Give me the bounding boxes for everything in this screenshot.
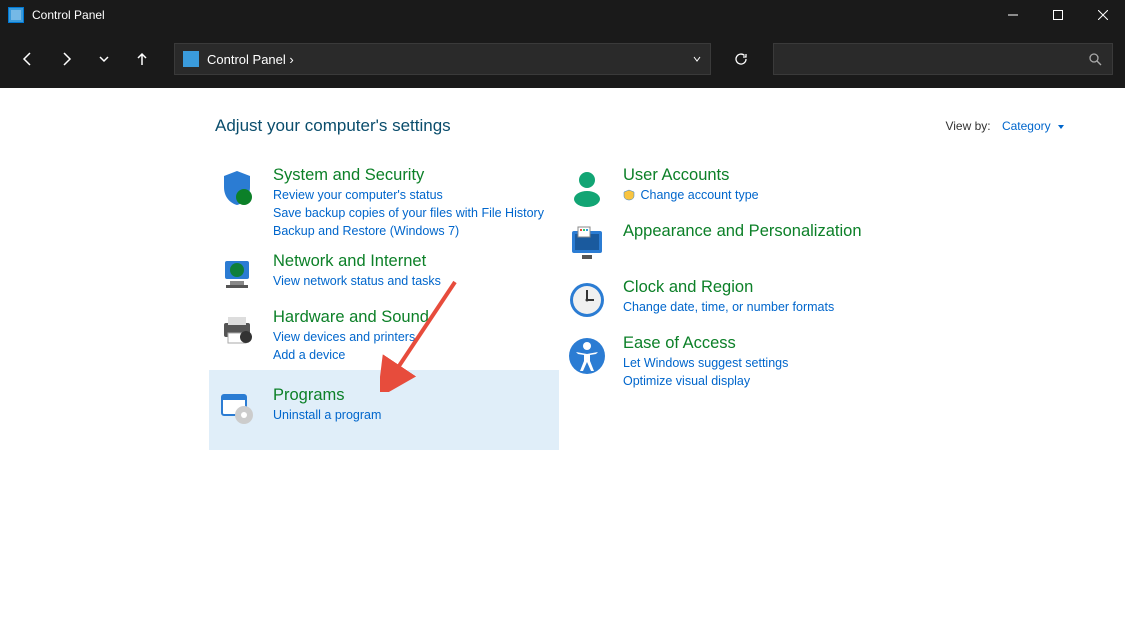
address-dropdown-icon[interactable]: [692, 54, 702, 64]
search-icon: [1088, 52, 1102, 66]
history-dropdown[interactable]: [88, 43, 120, 75]
category-link[interactable]: Backup and Restore (Windows 7): [273, 222, 544, 240]
viewby-dropdown[interactable]: Category: [1002, 119, 1065, 133]
app-icon: [8, 7, 24, 23]
category-clock-region: Clock and Region Change date, time, or n…: [565, 272, 915, 328]
search-input[interactable]: [773, 43, 1113, 75]
category-system-security: System and Security Review your computer…: [215, 160, 565, 246]
category-user-accounts: User Accounts Change account type: [565, 160, 915, 216]
forward-button[interactable]: [50, 43, 82, 75]
category-link[interactable]: Change account type: [623, 186, 759, 204]
category-link[interactable]: Add a device: [273, 346, 429, 364]
window-title: Control Panel: [32, 8, 105, 22]
category-link[interactable]: Let Windows suggest settings: [623, 354, 788, 372]
content-area: Adjust your computer's settings View by:…: [0, 88, 1125, 634]
back-button[interactable]: [12, 43, 44, 75]
category-network: Network and Internet View network status…: [215, 246, 565, 302]
category-link[interactable]: Save backup copies of your files with Fi…: [273, 204, 544, 222]
maximize-button[interactable]: [1035, 0, 1080, 30]
category-programs[interactable]: Programs Uninstall a program: [209, 370, 559, 450]
category-link[interactable]: View network status and tasks: [273, 272, 441, 290]
close-button[interactable]: [1080, 0, 1125, 30]
viewby-label: View by:: [945, 119, 990, 133]
user-icon: [565, 166, 609, 210]
category-link[interactable]: Uninstall a program: [273, 406, 381, 424]
left-column: System and Security Review your computer…: [215, 160, 565, 450]
viewby-value: Category: [1002, 119, 1051, 133]
programs-icon: [215, 386, 259, 430]
category-link[interactable]: Review your computer's status: [273, 186, 544, 204]
category-ease-of-access: Ease of Access Let Windows suggest setti…: [565, 328, 915, 396]
category-title[interactable]: User Accounts: [623, 166, 759, 185]
address-icon: [183, 51, 199, 67]
shield-icon: [215, 166, 259, 210]
titlebar: Control Panel: [0, 0, 1125, 30]
right-column: User Accounts Change account type Appear…: [565, 160, 915, 450]
category-link[interactable]: Optimize visual display: [623, 372, 788, 390]
toolbar: Control Panel ›: [0, 30, 1125, 88]
category-title[interactable]: System and Security: [273, 166, 544, 185]
link-text: Change account type: [640, 188, 758, 202]
category-title[interactable]: Clock and Region: [623, 278, 834, 297]
minimize-button[interactable]: [990, 0, 1035, 30]
refresh-button[interactable]: [723, 43, 759, 75]
category-title[interactable]: Ease of Access: [623, 334, 788, 353]
category-title[interactable]: Programs: [273, 386, 381, 405]
category-link[interactable]: Change date, time, or number formats: [623, 298, 834, 316]
globe-icon: [215, 252, 259, 296]
category-title[interactable]: Appearance and Personalization: [623, 222, 862, 241]
category-title[interactable]: Network and Internet: [273, 252, 441, 271]
page-heading: Adjust your computer's settings: [215, 116, 451, 136]
printer-icon: [215, 308, 259, 352]
category-appearance: Appearance and Personalization: [565, 216, 915, 272]
accessibility-icon: [565, 334, 609, 378]
viewby-control: View by: Category: [945, 119, 1065, 133]
category-link[interactable]: View devices and printers: [273, 328, 429, 346]
clock-icon: [565, 278, 609, 322]
category-title[interactable]: Hardware and Sound: [273, 308, 429, 327]
monitor-icon: [565, 222, 609, 266]
breadcrumb[interactable]: Control Panel ›: [207, 52, 684, 67]
category-hardware: Hardware and Sound View devices and prin…: [215, 302, 565, 370]
address-bar[interactable]: Control Panel ›: [174, 43, 711, 75]
up-button[interactable]: [126, 43, 158, 75]
